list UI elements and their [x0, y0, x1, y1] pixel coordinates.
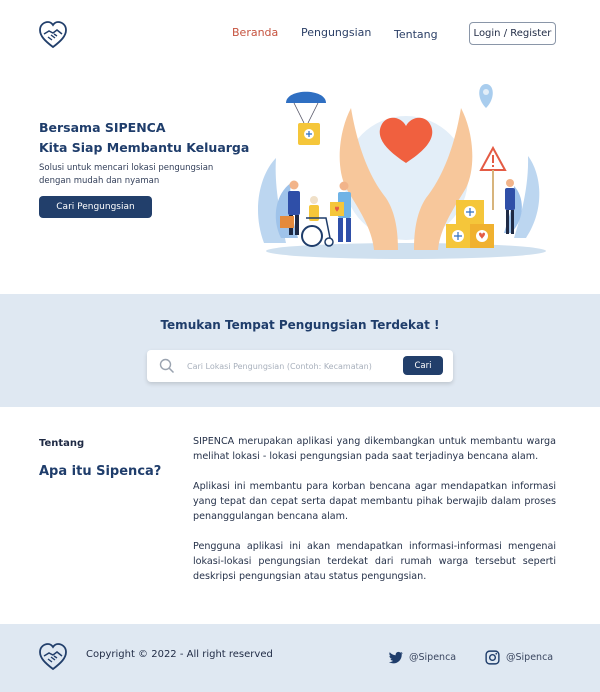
hero-subtitle-line1: Solusi untuk mencari lokasi pengungsian — [39, 163, 214, 173]
about-paragraph-3: Pengguna aplikasi ini akan mendapatkan i… — [193, 541, 556, 582]
nav-link-tentang[interactable]: Tentang — [394, 28, 438, 41]
about-paragraph-1: SIPENCA merupakan aplikasi yang dikemban… — [193, 436, 556, 462]
instagram-handle: @Sipenca — [506, 652, 554, 663]
nav-link-pengungsian[interactable]: Pengungsian — [301, 26, 371, 39]
about-paragraph-2: Aplikasi ini membantu para korban bencan… — [193, 481, 556, 522]
search-input[interactable] — [187, 356, 397, 376]
hero-title-line2: Kita Siap Membantu Keluarga — [39, 140, 250, 155]
instagram-icon — [485, 650, 500, 665]
about-label: Tentang — [39, 438, 85, 449]
twitter-icon — [388, 651, 404, 664]
instagram-link[interactable]: @Sipenca — [484, 649, 553, 666]
hero-subtitle-line2: dengan mudah dan nyaman — [39, 176, 160, 186]
footer: Copyright © 2022 - All right reserved @S… — [0, 624, 600, 692]
search-heading: Temukan Tempat Pengungsian Terdekat ! — [160, 318, 440, 332]
login-register-button[interactable]: Login / Register — [469, 22, 556, 45]
nav-link-beranda[interactable]: Beranda — [232, 26, 278, 39]
hero-title: Bersama SIPENCA Kita Siap Membantu Kelua… — [39, 118, 249, 158]
copyright-text: Copyright © 2022 - All right reserved — [86, 649, 273, 660]
handshake-heart-logo[interactable] — [38, 642, 68, 672]
hero-illustration — [257, 84, 546, 259]
search-button[interactable]: Cari — [403, 356, 443, 375]
about-text: SIPENCA merupakan aplikasi yang dikemban… — [193, 434, 556, 599]
hero-subtitle: Solusi untuk mencari lokasi pengungsian … — [39, 162, 229, 188]
search-section: Temukan Tempat Pengungsian Terdekat ! Ca… — [0, 294, 600, 407]
cari-pengungsian-button[interactable]: Cari Pengungsian — [39, 196, 152, 218]
search-box: Cari — [147, 350, 453, 382]
twitter-handle: @Sipenca — [409, 652, 457, 663]
search-icon — [159, 358, 175, 374]
navbar: Beranda Pengungsian Tentang Login / Regi… — [0, 0, 600, 68]
twitter-link[interactable]: @Sipenca — [387, 649, 456, 666]
handshake-heart-logo[interactable] — [38, 20, 68, 50]
hero-title-line1: Bersama SIPENCA — [39, 120, 166, 135]
about-title: Apa itu Sipenca? — [39, 464, 162, 479]
